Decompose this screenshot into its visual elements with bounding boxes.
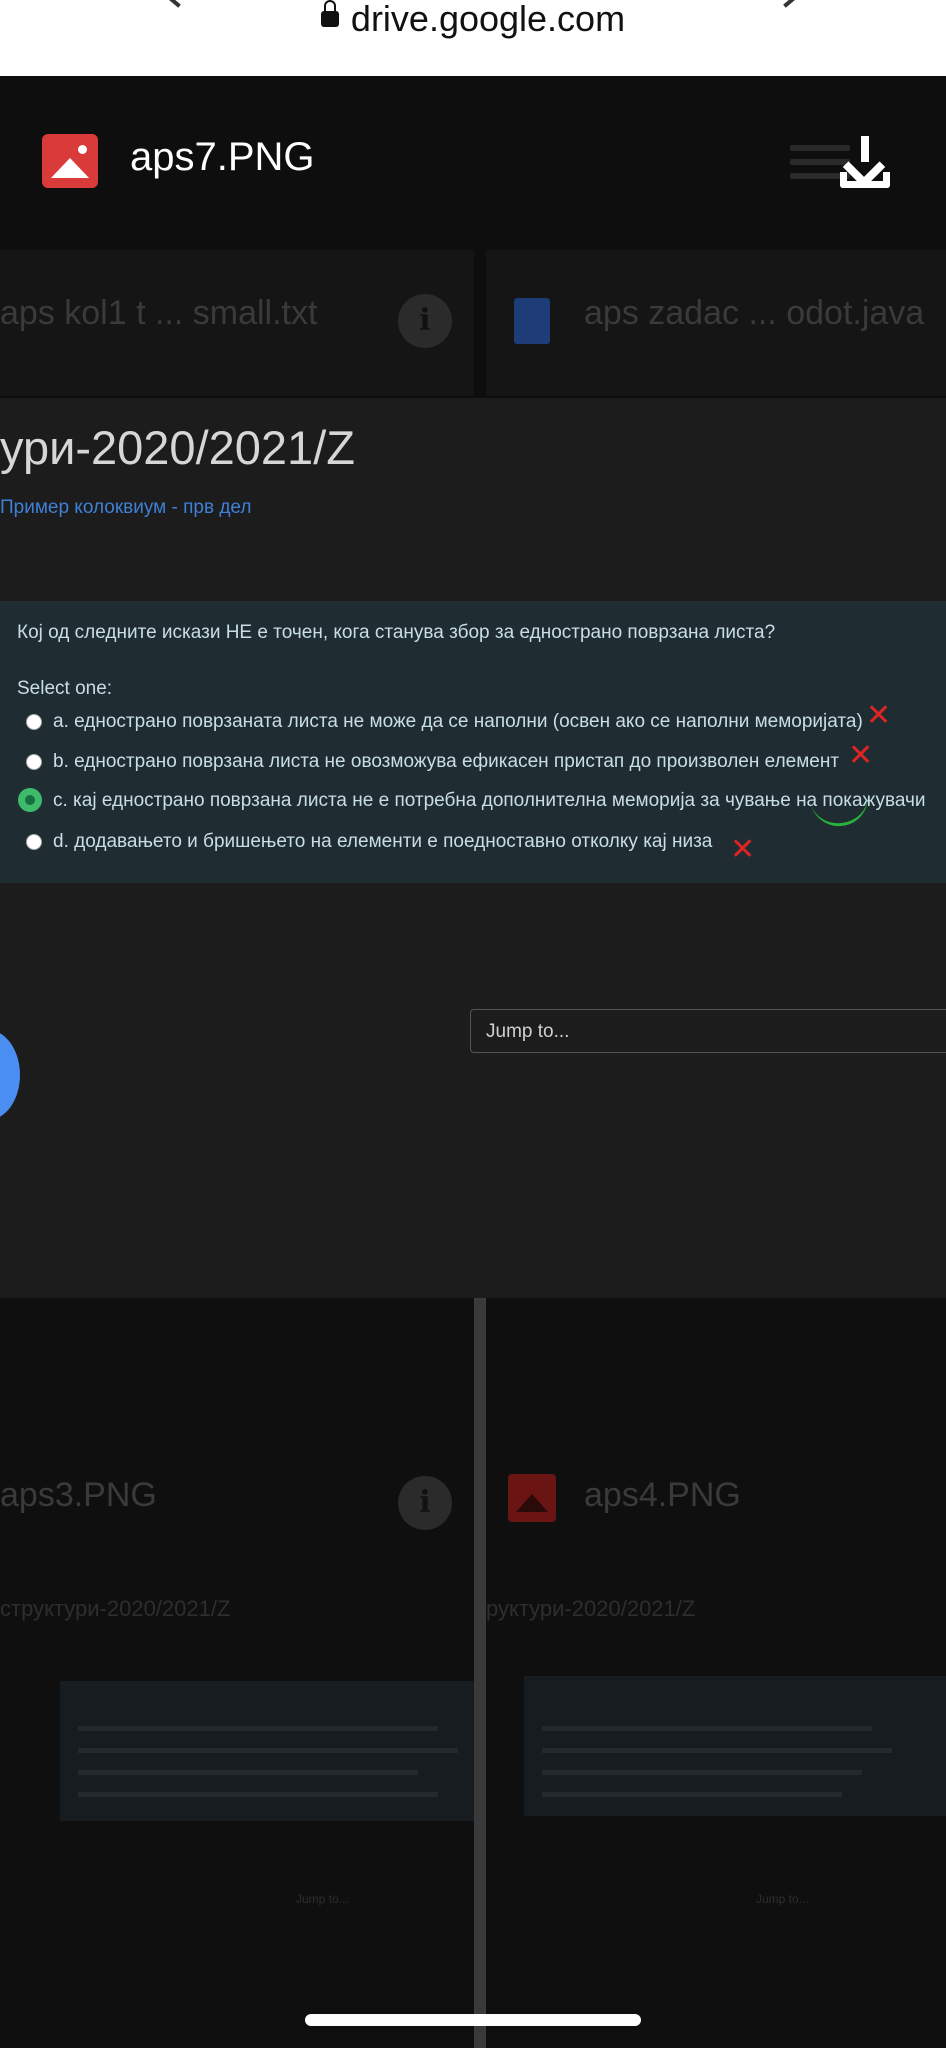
url-field[interactable]: drive.google.com — [0, 0, 946, 38]
jump-to-label: Jump to... — [486, 1021, 570, 1042]
option-c-text: c. кај еднострано поврзана листа не е по… — [53, 790, 926, 811]
wrong-mark-icon: ✕ — [866, 698, 892, 733]
option-a-text: a. еднострано поврзаната листа не може д… — [53, 711, 863, 732]
radio-option-a[interactable] — [26, 714, 42, 730]
thumbnail-line — [542, 1748, 892, 1753]
home-indicator — [305, 2014, 641, 2026]
info-icon[interactable]: i — [398, 294, 452, 348]
image-file-icon — [508, 1474, 556, 1522]
jump-to-select[interactable]: Jump to... — [470, 1009, 946, 1053]
info-icon[interactable]: i — [398, 1476, 452, 1530]
file-title: aps7.PNG — [130, 135, 315, 179]
thumbnail-jump: Jump to... — [756, 1892, 809, 1906]
option-b-text: b. еднострано поврзана листа не овозможу… — [53, 751, 840, 772]
image-file-icon — [42, 134, 98, 188]
radio-option-c-selected[interactable] — [18, 788, 42, 812]
option-d-text: d. додавањето и бришењето на елементи е … — [53, 831, 713, 852]
thumbnail-title: структури-2020/2021/Z — [0, 1596, 231, 1621]
radio-option-d[interactable] — [26, 834, 42, 850]
file-card-title: aps zadac ... odot.java — [584, 294, 925, 332]
document-icon — [514, 298, 550, 344]
thumbnail-line — [542, 1770, 862, 1775]
select-label: Select one: — [17, 678, 113, 699]
thumbnail-line — [78, 1748, 458, 1753]
file-card[interactable]: aps zadac ... odot.java — [486, 250, 946, 396]
breadcrumb[interactable]: Пример колоквиум - прв дел — [0, 497, 251, 519]
wrong-mark-icon: ✕ — [848, 738, 874, 773]
thumbnail-line — [78, 1770, 418, 1775]
wrong-mark-icon: ✕ — [730, 832, 756, 867]
radio-option-b[interactable] — [26, 754, 42, 770]
file-card[interactable]: aps kol1 t ... small.txt i — [0, 250, 474, 396]
course-title: ури-2020/2021/Z — [0, 421, 355, 474]
question-text: Кој од следните искази НЕ е точен, кога … — [17, 622, 776, 643]
thumbnail-title: руктури-2020/2021/Z — [486, 1596, 696, 1621]
thumbnail-line — [78, 1792, 438, 1797]
lock-icon — [320, 0, 339, 27]
file-card-title: aps4.PNG — [584, 1476, 741, 1514]
file-card-title: aps kol1 t ... small.txt — [0, 294, 318, 332]
thumbnail-line — [542, 1792, 842, 1797]
thumbnail-line — [542, 1726, 872, 1731]
file-card-title: aps3.PNG — [0, 1476, 157, 1514]
thumbnail-line — [78, 1726, 438, 1731]
browser-url-bar[interactable]: drive.google.com — [0, 0, 946, 77]
thumbnail-jump: Jump to... — [296, 1892, 349, 1906]
url-text: drive.google.com — [350, 0, 626, 39]
download-icon[interactable] — [838, 130, 892, 189]
